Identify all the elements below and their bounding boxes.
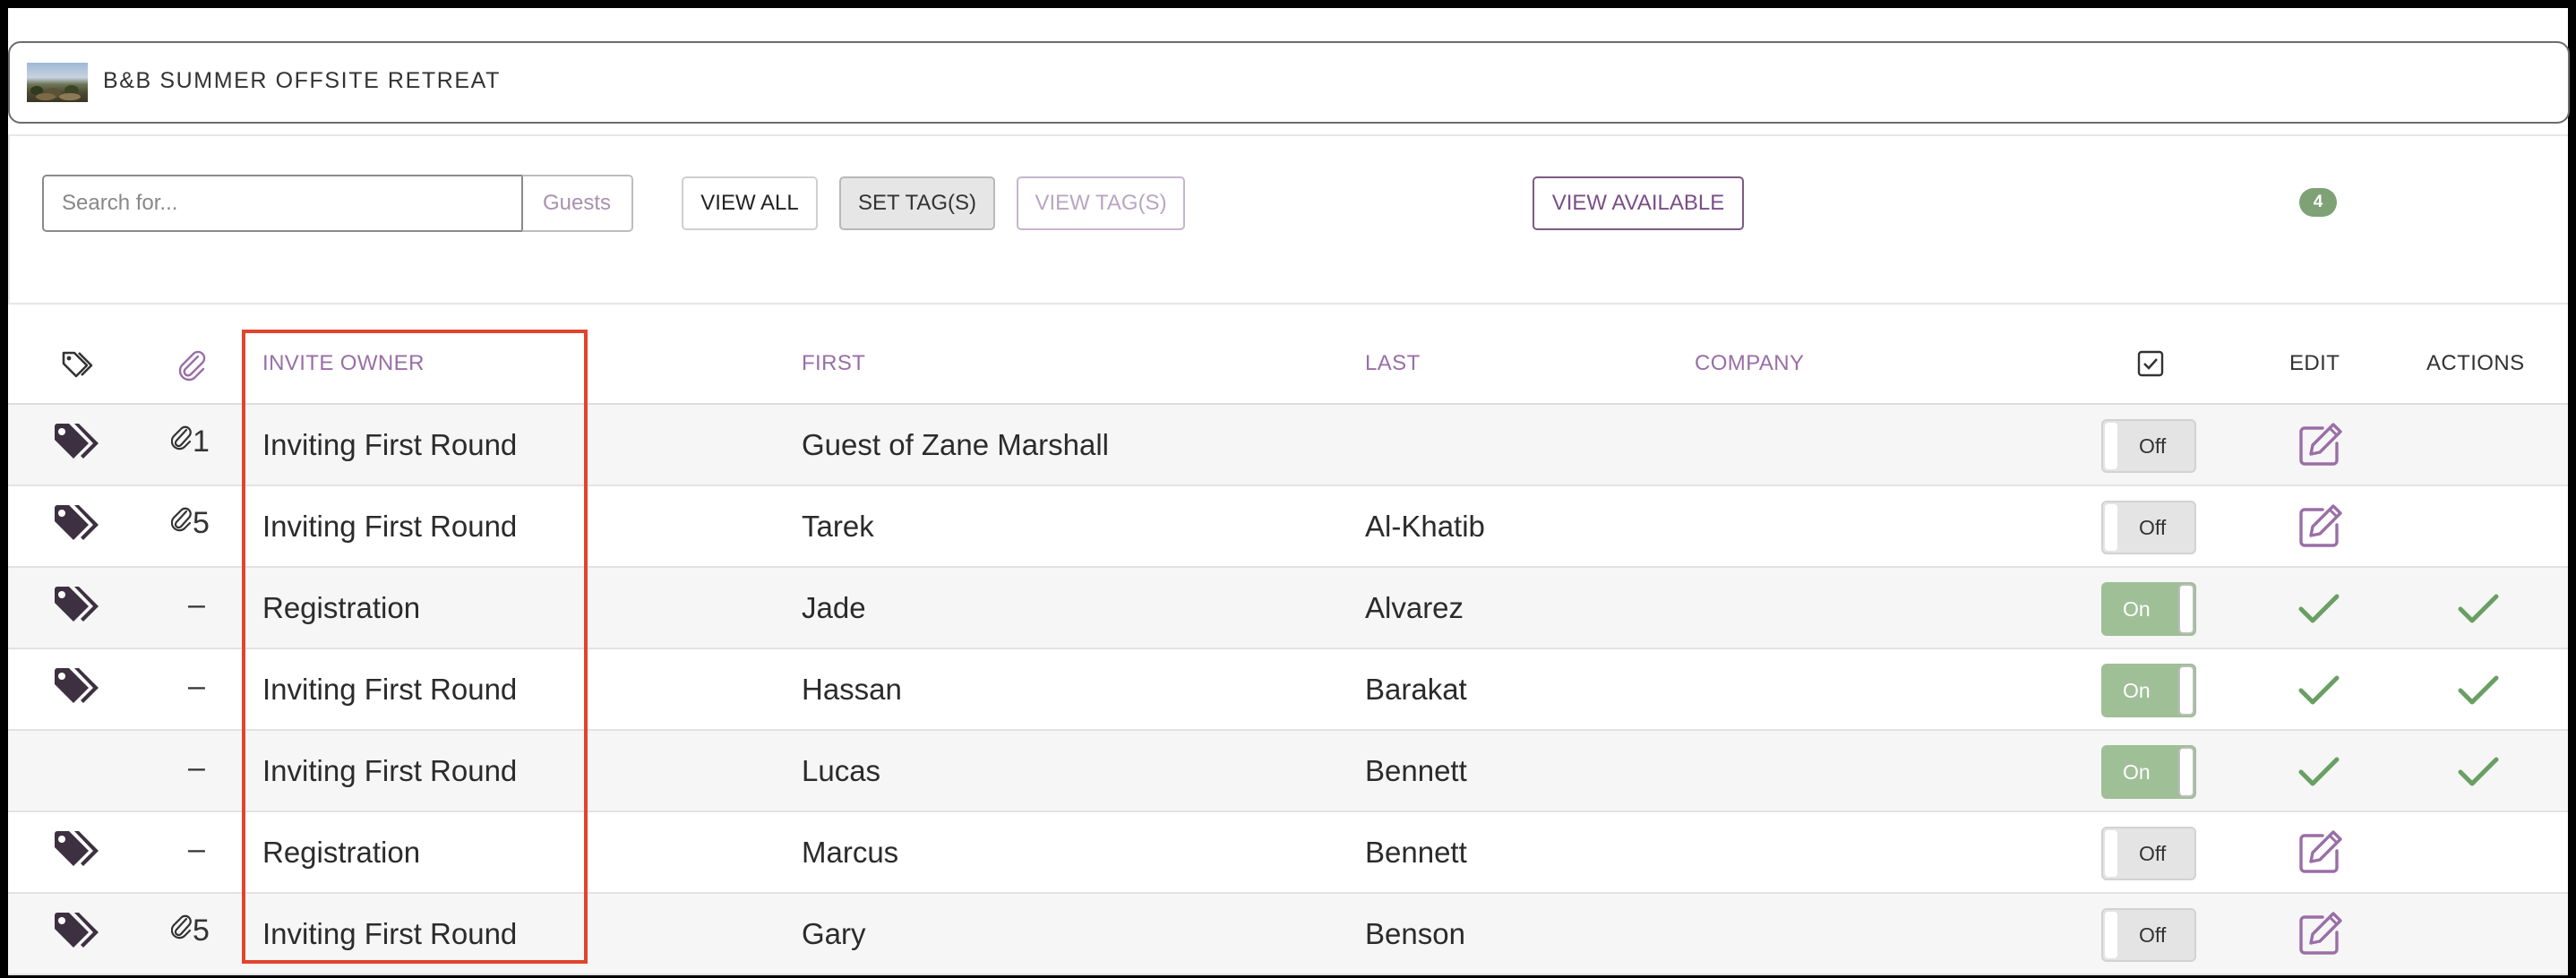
toggle-knob [2178, 747, 2194, 797]
attachments-count[interactable]: 5 [170, 914, 210, 948]
column-last[interactable]: LAST [1365, 351, 1421, 376]
attendance-toggle[interactable]: On [2101, 745, 2196, 799]
attendance-toggle[interactable]: Off [2101, 419, 2196, 473]
attendance-toggle[interactable]: Off [2101, 908, 2196, 962]
check-icon [2297, 752, 2340, 792]
attachments-empty: – [188, 669, 205, 703]
invite-owner-cell: Inviting First Round [262, 754, 518, 787]
first-name-cell: Jade [802, 591, 866, 624]
first-name-cell: Guest of Zane Marshall [802, 428, 1109, 461]
attendance-toggle[interactable]: Off [2101, 827, 2196, 880]
toggle-label: On [2123, 596, 2151, 621]
paperclip-icon[interactable] [176, 349, 209, 388]
edit-icon[interactable] [2296, 502, 2344, 551]
toggle-knob [2105, 504, 2117, 551]
toggle-label: Off [2139, 922, 2167, 947]
event-header: B&B SUMMER OFFSITE RETREAT [8, 41, 2570, 124]
first-name-cell: Tarek [802, 510, 874, 543]
table-row[interactable]: – Inviting First Round Hassan Barakat On [8, 649, 2568, 731]
paperclip-icon [170, 506, 193, 541]
attachments-empty: – [188, 832, 205, 866]
last-name-cell: Al-Khatib [1365, 510, 1485, 543]
tag-filled-icon[interactable] [53, 667, 103, 710]
tag-filled-icon[interactable] [53, 586, 103, 629]
event-title: B&B SUMMER OFFSITE RETREAT [103, 68, 501, 93]
edit-icon[interactable] [2296, 828, 2344, 877]
column-invite-owner[interactable]: INVITE OWNER [262, 351, 425, 376]
first-name-cell: Marcus [802, 836, 899, 869]
toggle-knob [2105, 830, 2117, 877]
toggle-knob [2178, 584, 2194, 634]
guests-addon-label: Guests [522, 175, 633, 232]
toggle-label: On [2123, 678, 2151, 702]
table-row[interactable]: – Inviting First Round Lucas Bennett On [8, 731, 2568, 812]
toolbar: Guests VIEW ALL SET TAG(S) VIEW TAG(S) V… [8, 134, 2568, 305]
search-input[interactable] [42, 175, 523, 232]
attachment-count-value: 5 [193, 506, 210, 540]
table-row[interactable]: 1 Inviting First Round Guest of Zane Marsh… [8, 405, 2568, 486]
toggle-knob [2105, 423, 2117, 469]
attachment-count-value: 1 [193, 425, 210, 459]
last-name-cell: Bennett [1365, 754, 1467, 787]
paperclip-icon [170, 425, 193, 459]
attachments-count[interactable]: 5 [170, 506, 210, 541]
edit-icon[interactable] [2296, 910, 2344, 958]
tag-filled-icon[interactable] [53, 504, 103, 547]
toggle-label: Off [2139, 515, 2167, 539]
toggle-knob [2178, 665, 2194, 716]
table-row[interactable]: 5 Inviting First Round Tarek Al-Khatib Off [8, 486, 2568, 568]
first-name-cell: Gary [802, 917, 866, 950]
attachments-count[interactable]: 1 [170, 425, 210, 459]
check-icon [2457, 671, 2500, 710]
column-company[interactable]: COMPANY [1695, 351, 1804, 376]
tag-filled-icon[interactable] [53, 423, 103, 466]
invite-owner-cell: Registration [262, 836, 421, 869]
invite-owner-cell: Inviting First Round [262, 510, 518, 543]
attendance-toggle[interactable]: On [2101, 664, 2196, 717]
set-tags-button[interactable]: SET TAG(S) [839, 176, 995, 230]
invite-owner-cell: Inviting First Round [262, 673, 518, 706]
checkbox-checked-icon[interactable] [2136, 349, 2165, 384]
column-edit: EDIT [2289, 351, 2340, 375]
tag-filled-icon[interactable] [53, 830, 103, 873]
last-name-cell: Bennett [1365, 836, 1467, 869]
toggle-label: Off [2139, 841, 2167, 865]
check-icon [2297, 671, 2340, 710]
last-name-cell: Alvarez [1365, 591, 1464, 624]
edit-icon[interactable] [2296, 421, 2344, 469]
attendance-toggle[interactable]: On [2101, 582, 2196, 636]
toggle-label: Off [2139, 433, 2167, 458]
attachments-empty: – [188, 588, 205, 622]
column-first[interactable]: FIRST [802, 351, 865, 376]
invite-owner-cell: Registration [262, 591, 421, 624]
last-name-cell: Barakat [1365, 673, 1467, 706]
check-icon [2457, 752, 2500, 792]
table-row[interactable]: – Registration Jade Alvarez On [8, 568, 2568, 649]
check-icon [2297, 589, 2340, 629]
invite-owner-cell: Inviting First Round [262, 428, 518, 461]
paperclip-icon [170, 914, 193, 948]
last-name-cell: Benson [1365, 917, 1465, 950]
view-available-button[interactable]: VIEW AVAILABLE [1533, 176, 1744, 230]
first-name-cell: Hassan [802, 673, 902, 706]
invite-owner-cell: Inviting First Round [262, 917, 518, 950]
attachments-empty: – [188, 751, 205, 785]
attendance-toggle[interactable]: Off [2101, 501, 2196, 554]
toggle-knob [2105, 912, 2117, 958]
check-icon [2457, 589, 2500, 629]
tag-outline-icon[interactable] [60, 349, 96, 388]
count-badge: 4 [2299, 188, 2337, 217]
event-thumbnail [27, 63, 88, 102]
table-header: INVITE OWNER FIRST LAST COMPANY EDIT ACT… [8, 326, 2568, 405]
table-row[interactable]: 5 Inviting First Round Gary Benson Off [8, 894, 2568, 975]
view-all-button[interactable]: VIEW ALL [682, 176, 818, 230]
first-name-cell: Lucas [802, 754, 881, 787]
table-row[interactable]: – Registration Marcus Bennett Off [8, 812, 2568, 894]
tag-filled-icon[interactable] [53, 912, 103, 955]
toggle-label: On [2123, 759, 2151, 784]
column-actions: ACTIONS [2426, 351, 2525, 375]
attachment-count-value: 5 [193, 914, 210, 948]
view-tags-button[interactable]: VIEW TAG(S) [1017, 176, 1185, 230]
